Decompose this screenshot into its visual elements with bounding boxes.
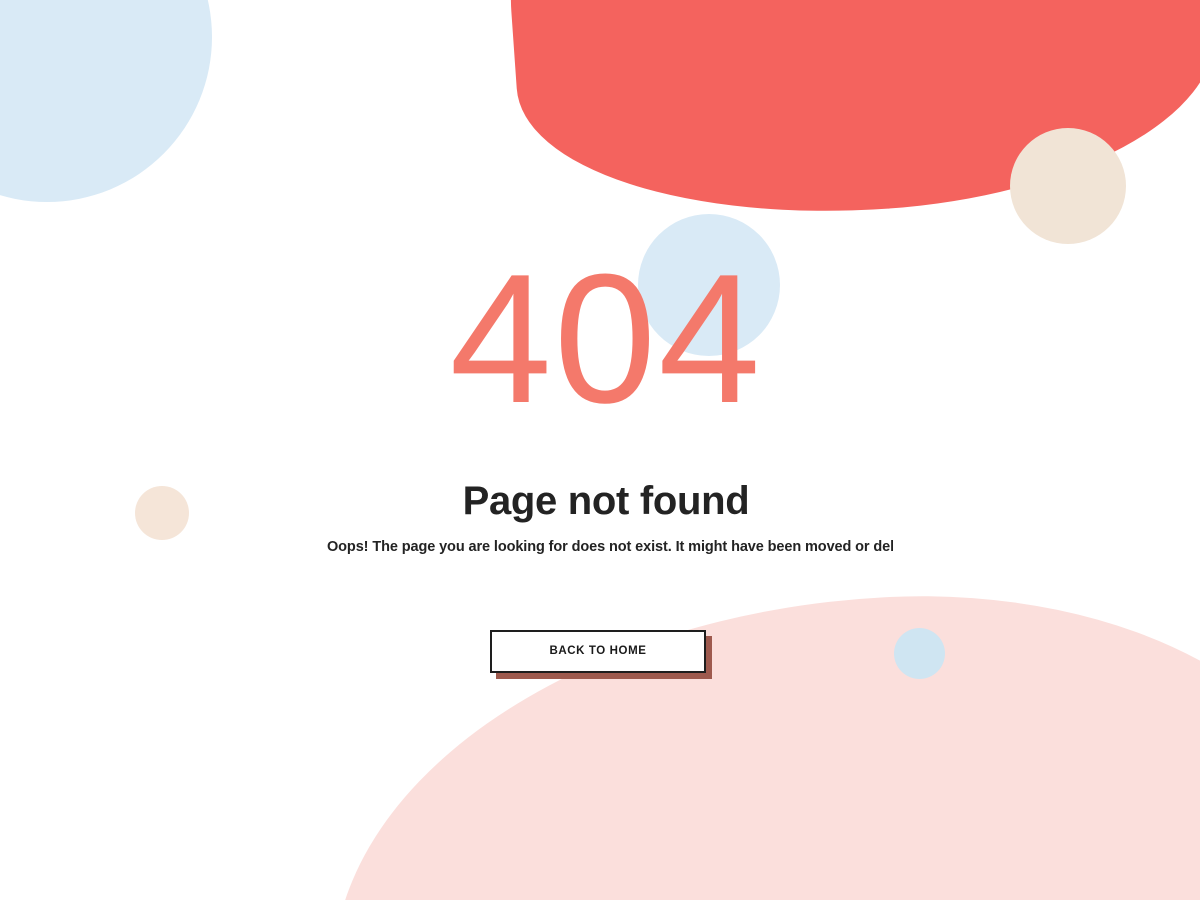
page-title: Page not found [462, 479, 750, 523]
error-code: 404 [449, 235, 763, 441]
error-description-container: Oops! The page you are looking for does … [327, 536, 893, 560]
back-to-home-button-container: BACK TO HOME [490, 630, 712, 679]
error-page: 404 Page not found Oops! The page you ar… [0, 0, 1200, 900]
error-description: Oops! The page you are looking for does … [327, 539, 893, 555]
back-to-home-button[interactable]: BACK TO HOME [490, 630, 706, 673]
error-content: 404 Page not found Oops! The page you ar… [0, 0, 1200, 900]
